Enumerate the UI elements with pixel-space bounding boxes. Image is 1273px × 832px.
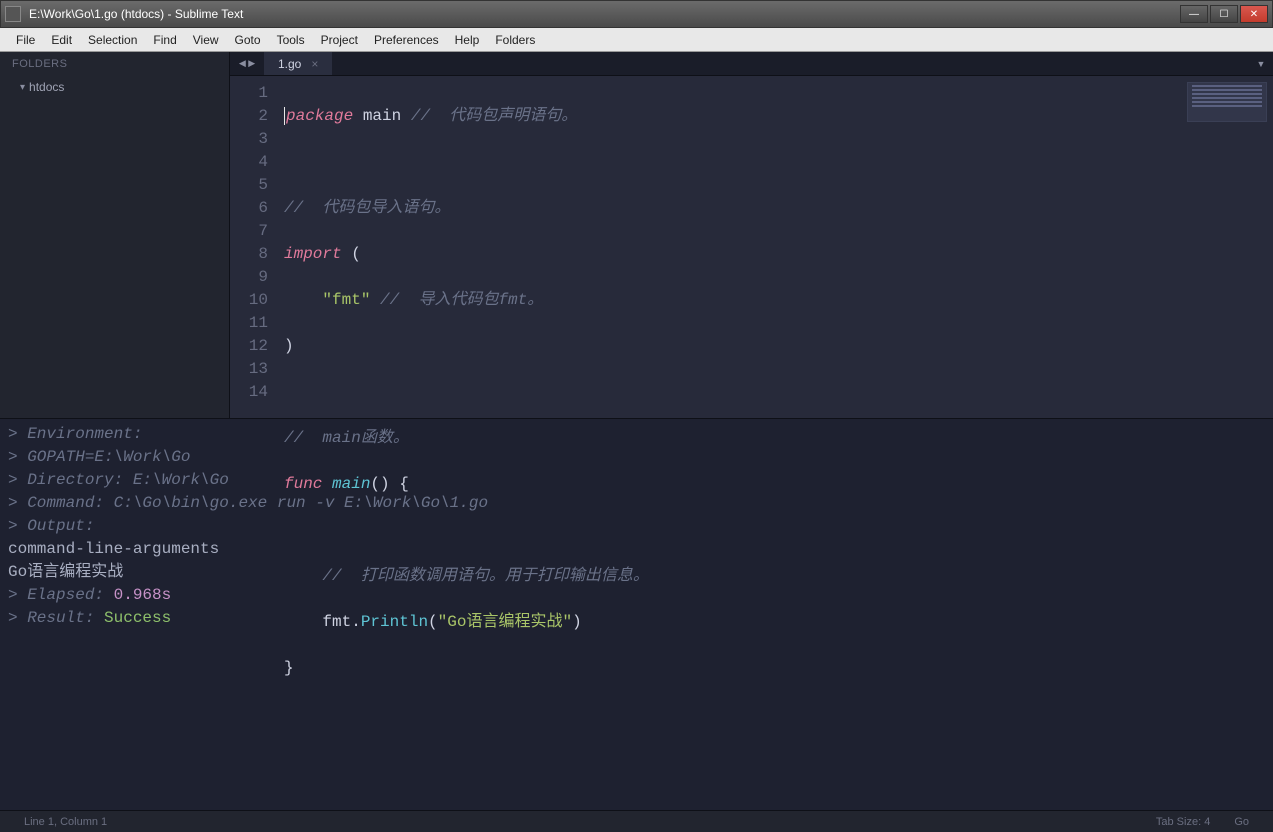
string: "fmt" xyxy=(322,291,370,309)
line-number: 7 xyxy=(230,220,268,243)
menu-bar: File Edit Selection Find View Goto Tools… xyxy=(0,28,1273,52)
punct: () xyxy=(370,475,389,493)
func-name: main xyxy=(332,475,370,493)
punct: ) xyxy=(572,613,582,631)
status-bar: Line 1, Column 1 Tab Size: 4 Go xyxy=(0,810,1273,832)
punct: . xyxy=(351,613,361,631)
tab-history-buttons[interactable]: ◀ ▶ xyxy=(230,52,264,75)
menu-help[interactable]: Help xyxy=(447,33,488,47)
menu-selection[interactable]: Selection xyxy=(80,33,145,47)
line-number: 3 xyxy=(230,128,268,151)
keyword: import xyxy=(284,245,342,263)
line-number: 14 xyxy=(230,381,268,404)
menu-tools[interactable]: Tools xyxy=(269,33,313,47)
punct: ( xyxy=(351,245,361,263)
keyword: func xyxy=(284,475,322,493)
comment: // main函数。 xyxy=(284,429,409,447)
func-call: Println xyxy=(361,613,428,631)
punct: { xyxy=(399,475,409,493)
comment: // 打印函数调用语句。用于打印输出信息。 xyxy=(322,567,648,585)
sidebar-item-htdocs[interactable]: ▾ htdocs xyxy=(0,76,229,98)
cursor-position[interactable]: Line 1, Column 1 xyxy=(12,816,119,828)
tab-dropdown-icon[interactable]: ▼ xyxy=(1249,52,1273,75)
punct: } xyxy=(284,659,294,677)
folder-label: htdocs xyxy=(29,80,64,94)
menu-project[interactable]: Project xyxy=(313,33,366,47)
keyword: package xyxy=(286,107,353,125)
editor-area: ◀ ▶ 1.go × ▼ 1 2 3 4 5 6 7 8 9 10 11 12 … xyxy=(230,52,1273,418)
result-value: Success xyxy=(104,609,171,627)
code-editor[interactable]: 1 2 3 4 5 6 7 8 9 10 11 12 13 14 package… xyxy=(230,76,1273,418)
line-number: 9 xyxy=(230,266,268,289)
line-number: 5 xyxy=(230,174,268,197)
menu-folders[interactable]: Folders xyxy=(487,33,543,47)
minimize-button[interactable]: — xyxy=(1180,5,1208,23)
comment: // 代码包导入语句。 xyxy=(284,199,450,217)
identifier: fmt xyxy=(322,613,351,631)
comment: // 代码包声明语句。 xyxy=(411,107,577,125)
menu-view[interactable]: View xyxy=(185,33,227,47)
menu-preferences[interactable]: Preferences xyxy=(366,33,447,47)
maximize-button[interactable]: ☐ xyxy=(1210,5,1238,23)
tab-bar: ◀ ▶ 1.go × ▼ xyxy=(230,52,1273,76)
console-label: > Result: xyxy=(8,609,104,627)
line-number: 13 xyxy=(230,358,268,381)
app-icon xyxy=(5,6,21,22)
menu-goto[interactable]: Goto xyxy=(227,33,269,47)
string: "Go语言编程实战" xyxy=(438,613,572,631)
tab-size[interactable]: Tab Size: 4 xyxy=(1144,816,1222,828)
line-number: 1 xyxy=(230,82,268,105)
chevron-down-icon: ▾ xyxy=(20,82,25,93)
line-number: 2 xyxy=(230,105,268,128)
close-icon[interactable]: × xyxy=(311,57,318,71)
line-number: 4 xyxy=(230,151,268,174)
close-button[interactable]: ✕ xyxy=(1240,5,1268,23)
menu-edit[interactable]: Edit xyxy=(43,33,80,47)
line-number: 10 xyxy=(230,289,268,312)
elapsed-value: 0.968s xyxy=(114,586,172,604)
text-caret xyxy=(284,107,285,125)
sidebar: FOLDERS ▾ htdocs xyxy=(0,52,230,418)
line-number-gutter: 1 2 3 4 5 6 7 8 9 10 11 12 13 14 xyxy=(230,76,278,418)
line-number: 6 xyxy=(230,197,268,220)
punct: ( xyxy=(428,613,438,631)
sidebar-header: FOLDERS xyxy=(0,52,229,76)
line-number: 11 xyxy=(230,312,268,335)
comment: // 导入代码包fmt。 xyxy=(380,291,543,309)
main-area: FOLDERS ▾ htdocs ◀ ▶ 1.go × ▼ 1 2 3 4 5 … xyxy=(0,52,1273,418)
tab-1-go[interactable]: 1.go × xyxy=(264,52,333,75)
menu-find[interactable]: Find xyxy=(145,33,184,47)
punct: ) xyxy=(284,337,294,355)
window-title: E:\Work\Go\1.go (htdocs) - Sublime Text xyxy=(29,7,1180,21)
window-title-bar: E:\Work\Go\1.go (htdocs) - Sublime Text … xyxy=(0,0,1273,28)
syntax-language[interactable]: Go xyxy=(1222,816,1261,828)
minimap[interactable] xyxy=(1187,82,1267,122)
tab-label: 1.go xyxy=(278,57,301,71)
console-label: > Elapsed: xyxy=(8,586,114,604)
identifier: main xyxy=(363,107,401,125)
line-number: 8 xyxy=(230,243,268,266)
window-controls: — ☐ ✕ xyxy=(1180,5,1268,23)
code-content[interactable]: package main // 代码包声明语句。 // 代码包导入语句。 imp… xyxy=(278,76,649,418)
menu-file[interactable]: File xyxy=(8,33,43,47)
line-number: 12 xyxy=(230,335,268,358)
